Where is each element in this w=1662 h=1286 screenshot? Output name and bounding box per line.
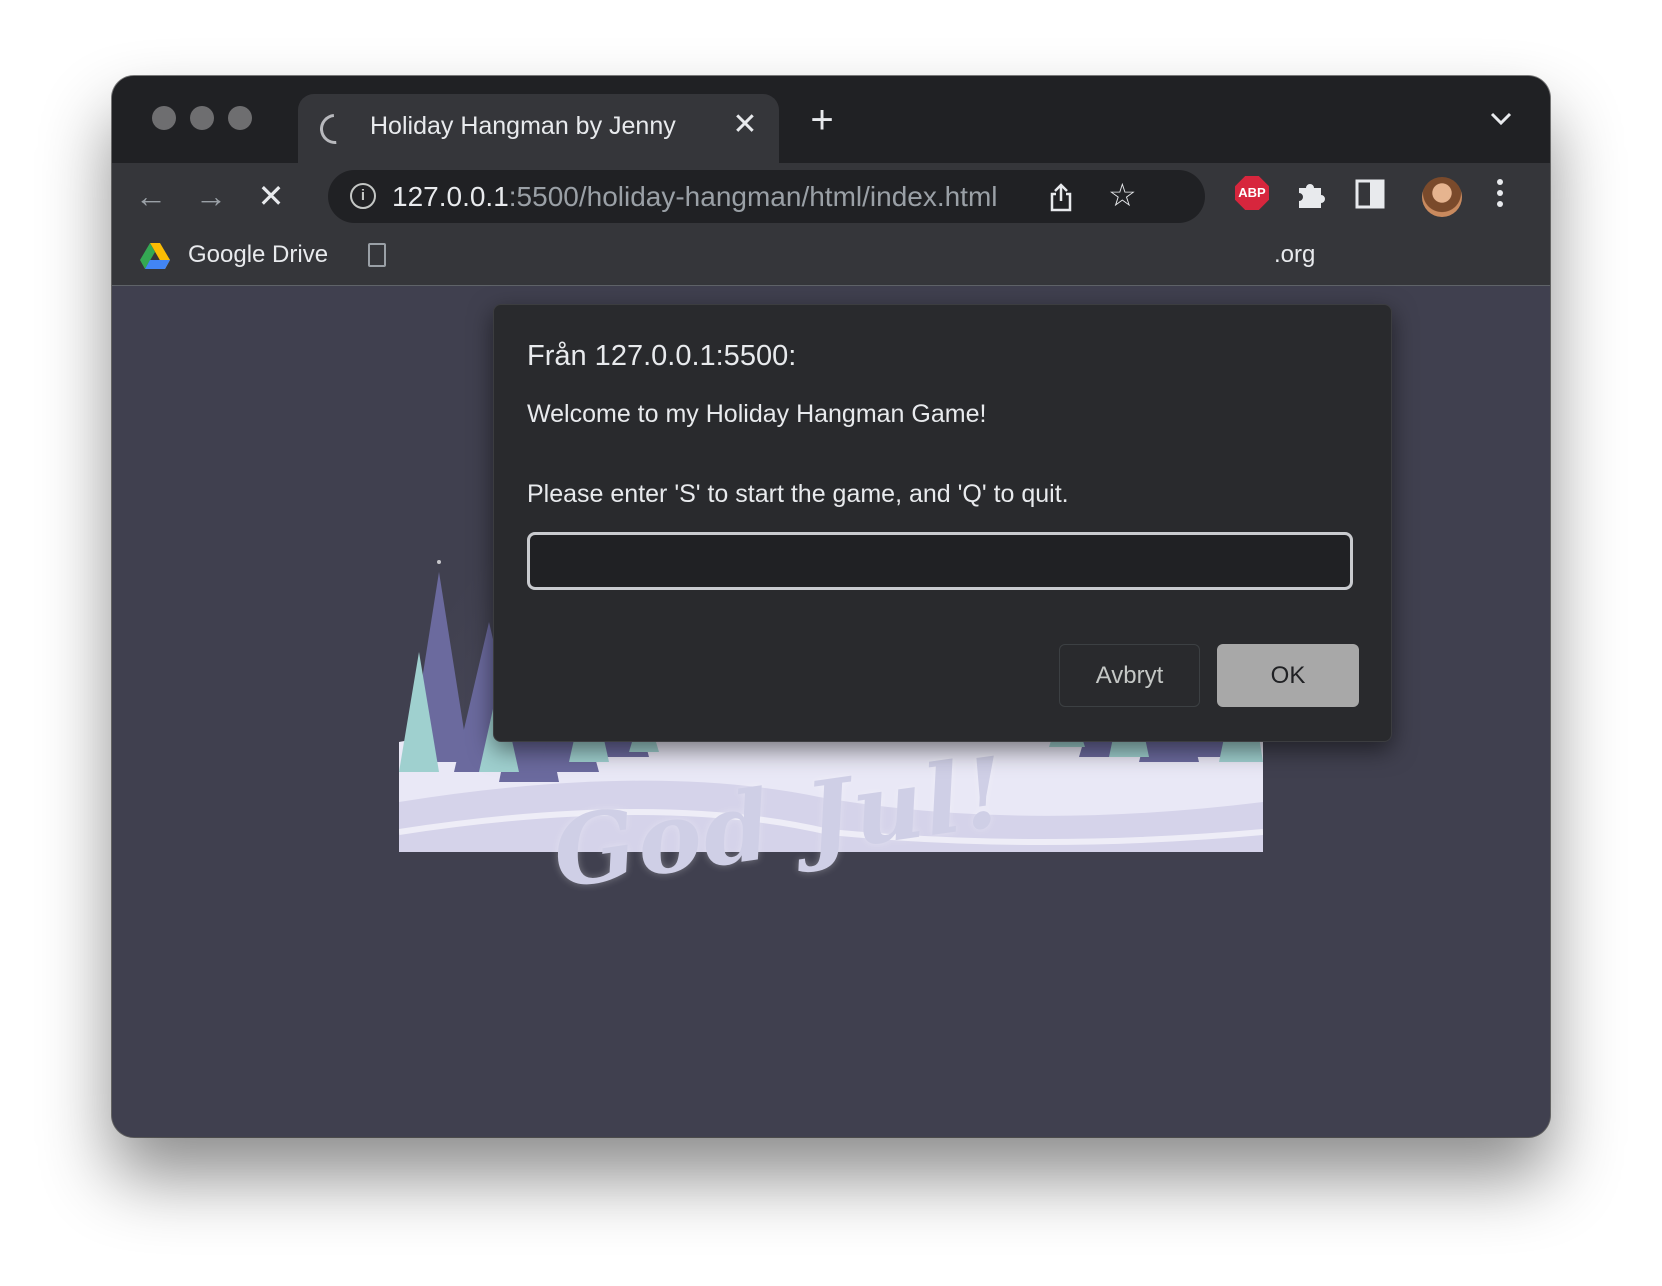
url-host: 127.0.0.1 bbox=[392, 181, 509, 212]
new-tab-icon[interactable]: + bbox=[802, 100, 842, 140]
tab-search-chevron-icon[interactable] bbox=[1490, 112, 1512, 126]
loading-spinner-icon bbox=[313, 107, 357, 151]
minimize-window-button[interactable] bbox=[190, 106, 214, 130]
extensions-puzzle-icon[interactable] bbox=[1295, 178, 1327, 210]
back-arrow-icon[interactable]: ← bbox=[130, 175, 172, 217]
cancel-button[interactable]: Avbryt bbox=[1059, 644, 1200, 707]
bookmark-truncated[interactable]: .org bbox=[1274, 241, 1315, 269]
maximize-window-button[interactable] bbox=[228, 106, 252, 130]
tab-strip: Holiday Hangman by Jenny ✕ + bbox=[112, 76, 1550, 163]
share-icon[interactable] bbox=[1048, 182, 1074, 212]
tab-active[interactable]: Holiday Hangman by Jenny ✕ bbox=[298, 94, 779, 163]
url-text[interactable]: 127.0.0.1:5500/holiday-hangman/html/inde… bbox=[392, 181, 998, 213]
toolbar: ← → ✕ i 127.0.0.1:5500/holiday-hangman/h… bbox=[112, 163, 1550, 229]
bookmark-google-drive[interactable]: Google Drive bbox=[188, 241, 328, 269]
close-window-button[interactable] bbox=[152, 106, 176, 130]
tab-title: Holiday Hangman by Jenny bbox=[370, 112, 676, 140]
bookmark-star-icon[interactable]: ☆ bbox=[1108, 176, 1137, 214]
address-bar[interactable]: i 127.0.0.1:5500/holiday-hangman/html/in… bbox=[328, 170, 1205, 223]
dialog-origin: Från 127.0.0.1:5500: bbox=[527, 340, 797, 372]
dialog-message-welcome: Welcome to my Holiday Hangman Game! bbox=[527, 400, 987, 428]
dialog-message-instructions: Please enter 'S' to start the game, and … bbox=[527, 480, 1069, 508]
bookmark-file-icon[interactable] bbox=[368, 243, 386, 267]
profile-avatar[interactable] bbox=[1422, 177, 1462, 217]
side-panel-icon[interactable] bbox=[1355, 179, 1385, 209]
prompt-dialog: Från 127.0.0.1:5500: Welcome to my Holid… bbox=[493, 304, 1392, 742]
tab-close-icon[interactable]: ✕ bbox=[730, 107, 760, 142]
dialog-text-input[interactable] bbox=[527, 532, 1353, 590]
site-info-icon[interactable]: i bbox=[350, 183, 376, 209]
forward-arrow-icon[interactable]: → bbox=[190, 175, 232, 217]
ok-button[interactable]: OK bbox=[1217, 644, 1359, 707]
bookmarks-bar: Google Drive .org bbox=[112, 229, 1550, 286]
browser-window: Holiday Hangman by Jenny ✕ + ← → ✕ i 127… bbox=[112, 76, 1550, 1137]
url-path: :5500/holiday-hangman/html/index.html bbox=[508, 181, 998, 212]
stop-loading-icon[interactable]: ✕ bbox=[250, 175, 292, 217]
google-drive-icon bbox=[140, 243, 170, 269]
more-menu-icon[interactable] bbox=[1497, 179, 1505, 212]
